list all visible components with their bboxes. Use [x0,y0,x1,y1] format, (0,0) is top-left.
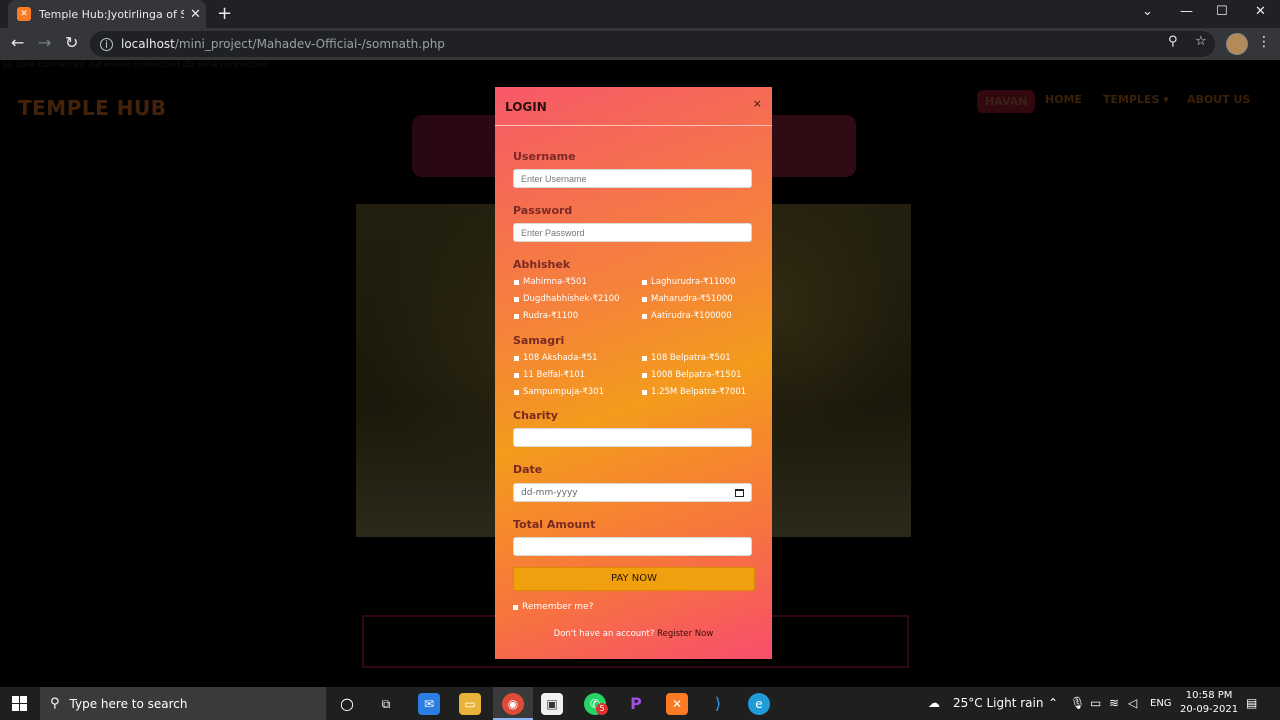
menu-kebab-icon[interactable]: ⋮ [1257,34,1271,50]
wifi-icon[interactable]: ≋ [1109,696,1119,710]
search-placeholder: Type here to search [69,696,188,711]
samagri-label: Samagri [513,334,565,347]
reload-icon[interactable]: ↻ [65,33,78,52]
maximize-icon[interactable]: ☐ [1216,4,1228,19]
checkbox[interactable] [514,389,519,395]
language-indicator[interactable]: ENG [1150,698,1172,709]
browser-toolbar: ← → ↻ i localhost/mini_project/Mahadev-O… [0,28,1280,60]
edge-icon[interactable]: e [748,693,770,715]
total-amount-label: Total Amount [513,518,596,531]
url-text: localhost/mini_project/Mahadev-Official-… [121,37,445,51]
checkbox[interactable] [514,313,519,319]
windows-taskbar: ⚲ Type here to search ○ ⧉ ✉ ▭ ◉ ▣ ✆ 5 P … [0,687,1280,720]
abhishek-label: Abhishek [513,258,571,271]
zoom-icon[interactable]: ⚲ [1168,34,1178,49]
close-window-icon[interactable]: ✕ [1255,4,1266,19]
checkbox[interactable] [642,372,647,378]
checkbox[interactable] [514,296,519,302]
checkbox[interactable] [642,296,647,302]
register-line: Don't have an account? Register Now [553,629,714,639]
checkbox[interactable] [642,355,647,361]
abhishek-option[interactable]: Mahimna-₹501 [514,277,587,287]
tab-search-icon[interactable]: ⌄ [1142,4,1153,19]
password-input[interactable] [513,223,752,242]
login-modal: LOGIN × Username Password Abhishek Mahim… [495,87,772,659]
checkbox[interactable] [642,279,647,285]
taskbar-search[interactable]: ⚲ Type here to search [40,687,326,720]
picsart-icon[interactable]: P [625,693,647,715]
bookmark-star-icon[interactable]: ☆ [1195,34,1207,49]
abhishek-option[interactable]: Rudra-₹1100 [514,311,578,321]
abhishek-option[interactable]: Dugdhabhishek-₹2100 [514,294,620,304]
chrome-icon[interactable]: ◉ [502,693,524,715]
microphone-icon[interactable]: 🎙 [1070,696,1085,710]
store-icon[interactable]: ▣ [541,693,563,715]
battery-icon[interactable]: ▭ [1090,696,1101,710]
samagri-option[interactable]: 1.25M Belpatra-₹7001 [642,387,746,397]
charity-input[interactable] [513,428,752,447]
address-bar[interactable]: i localhost/mini_project/Mahadev-Officia… [90,31,1215,57]
modal-header: LOGIN × [495,87,772,126]
charity-label: Charity [513,409,558,422]
weather-icon[interactable]: ☁ [928,696,940,710]
cortana-icon[interactable]: ○ [336,693,358,715]
minimize-icon[interactable]: — [1180,4,1193,19]
modal-title: LOGIN [505,100,547,114]
windows-start-icon[interactable] [12,696,27,711]
weather-text[interactable]: 25°C Light rain [953,696,1043,710]
abhishek-option[interactable]: Aatirudra-₹100000 [642,311,732,321]
show-hidden-icons-icon[interactable]: ⌃ [1048,696,1058,710]
abhishek-option[interactable]: Maharudra-₹51000 [642,294,733,304]
password-label: Password [513,204,573,217]
page-content: se data connected database connected db … [0,60,1280,687]
site-info-icon[interactable]: i [100,37,113,51]
samagri-option[interactable]: 1008 Belpatra-₹1501 [642,370,742,380]
search-icon: ⚲ [50,696,60,711]
volume-icon[interactable]: ◁ [1128,696,1137,710]
checkbox[interactable] [514,372,519,378]
whatsapp-badge: 5 [596,703,608,715]
abhishek-option[interactable]: Laghurudra-₹11000 [642,277,736,287]
vscode-icon[interactable]: ⟩ [707,693,729,715]
checkbox[interactable] [514,279,519,285]
tab-title: Temple Hub:Jyotirlinga of Shiva [39,7,184,21]
file-explorer-icon[interactable]: ▭ [459,693,481,715]
back-icon[interactable]: ← [11,33,24,52]
profile-avatar[interactable] [1226,33,1248,55]
samagri-option[interactable]: 108 Belpatra-₹501 [642,353,731,363]
xampp-favicon-icon: ✕ [17,7,31,21]
remember-me[interactable]: Remember me? [513,602,593,612]
username-label: Username [513,150,576,163]
remember-checkbox[interactable] [513,604,518,610]
pay-now-button[interactable]: PAY NOW [513,567,755,591]
checkbox[interactable] [642,313,647,319]
samagri-option[interactable]: 11 Belfal-₹101 [514,370,585,380]
register-link[interactable]: Register Now [657,629,713,639]
samagri-option[interactable]: 108 Akshada-₹51 [514,353,598,363]
tab-close-icon[interactable]: ✕ [190,7,201,22]
new-tab-icon[interactable]: + [217,3,232,24]
xampp-icon[interactable]: ✕ [666,693,688,715]
browser-tab-strip: ✕ Temple Hub:Jyotirlinga of Shiva ✕ + ⌄ … [0,0,1280,28]
checkbox[interactable] [514,355,519,361]
date-placeholder: dd-mm-yyyy [521,487,578,498]
samagri-option[interactable]: Sampumpuja-₹301 [514,387,604,397]
forward-icon[interactable]: → [38,33,51,52]
date-input[interactable]: dd-mm-yyyy [513,483,752,502]
task-view-icon[interactable]: ⧉ [375,693,397,715]
close-icon[interactable]: × [753,97,762,110]
date-label: Date [513,463,543,476]
calendar-icon[interactable] [735,488,744,497]
clock[interactable]: 10:58 PM 20-09-2021 [1180,689,1238,717]
mail-icon[interactable]: ✉ [418,693,440,715]
browser-tab[interactable]: ✕ Temple Hub:Jyotirlinga of Shiva ✕ [8,0,206,28]
total-amount-input[interactable] [513,537,752,556]
username-input[interactable] [513,169,752,188]
notification-icon[interactable]: ▤ [1246,696,1257,710]
checkbox[interactable] [642,389,647,395]
